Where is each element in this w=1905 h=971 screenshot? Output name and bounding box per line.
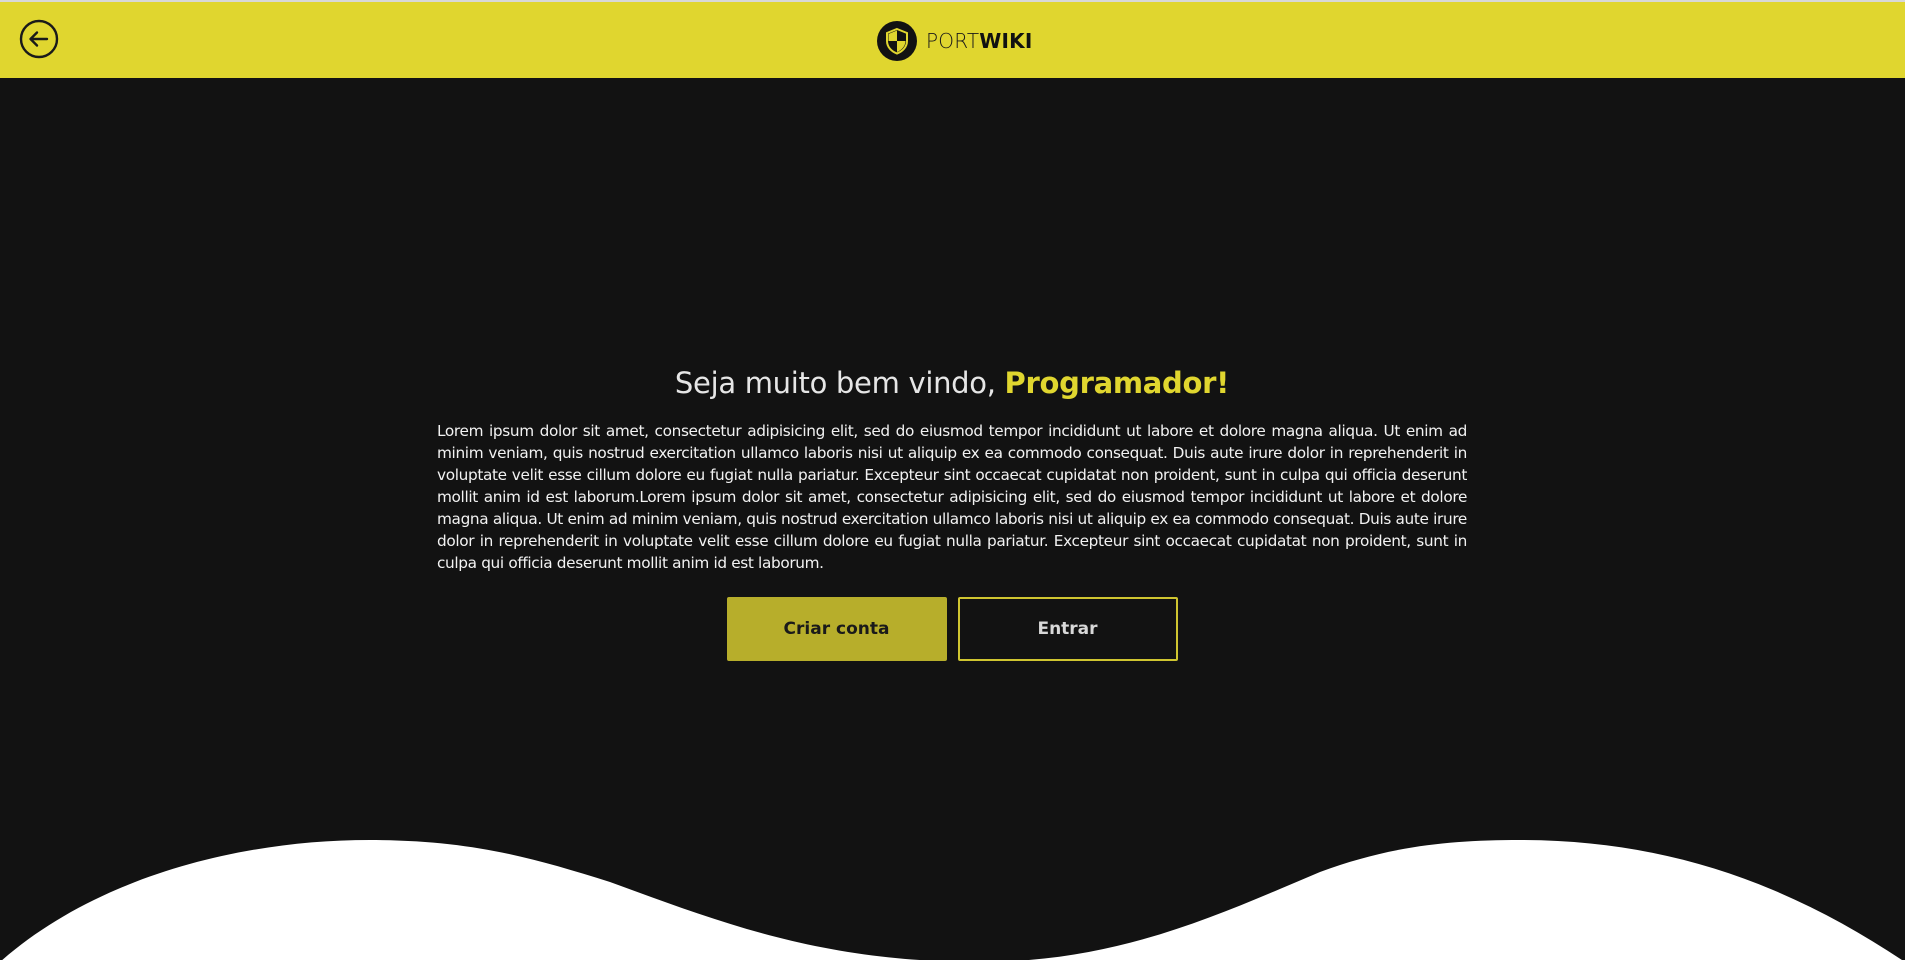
welcome-greeting: Seja muito bem vindo, (674, 366, 1005, 400)
arrow-left-circle-icon (19, 19, 59, 59)
create-account-button[interactable]: Criar conta (726, 597, 947, 661)
action-buttons: Criar conta Entrar (437, 597, 1467, 661)
top-bar: PORT WIKI (0, 2, 1905, 78)
brand-name-suffix: WIKI (979, 29, 1033, 53)
brand[interactable]: PORT WIKI (876, 20, 1033, 62)
welcome-page: PORT WIKI Seja muito bem vindo, Programad… (0, 0, 1905, 960)
brand-name-prefix: PORT (926, 29, 980, 53)
login-button[interactable]: Entrar (957, 597, 1178, 661)
decorative-wave (2, 840, 1902, 960)
app-frame: PORT WIKI Seja muito bem vindo, Programad… (0, 0, 1905, 971)
back-button[interactable] (19, 19, 59, 59)
welcome-content: Seja muito bem vindo, Programador! Lorem… (437, 366, 1467, 661)
shield-icon (877, 21, 917, 61)
welcome-description: Lorem ipsum dolor sit amet, consectetur … (437, 422, 1467, 572)
welcome-heading: Seja muito bem vindo, Programador! (437, 366, 1467, 400)
welcome-highlight: Programador! (1004, 366, 1230, 400)
